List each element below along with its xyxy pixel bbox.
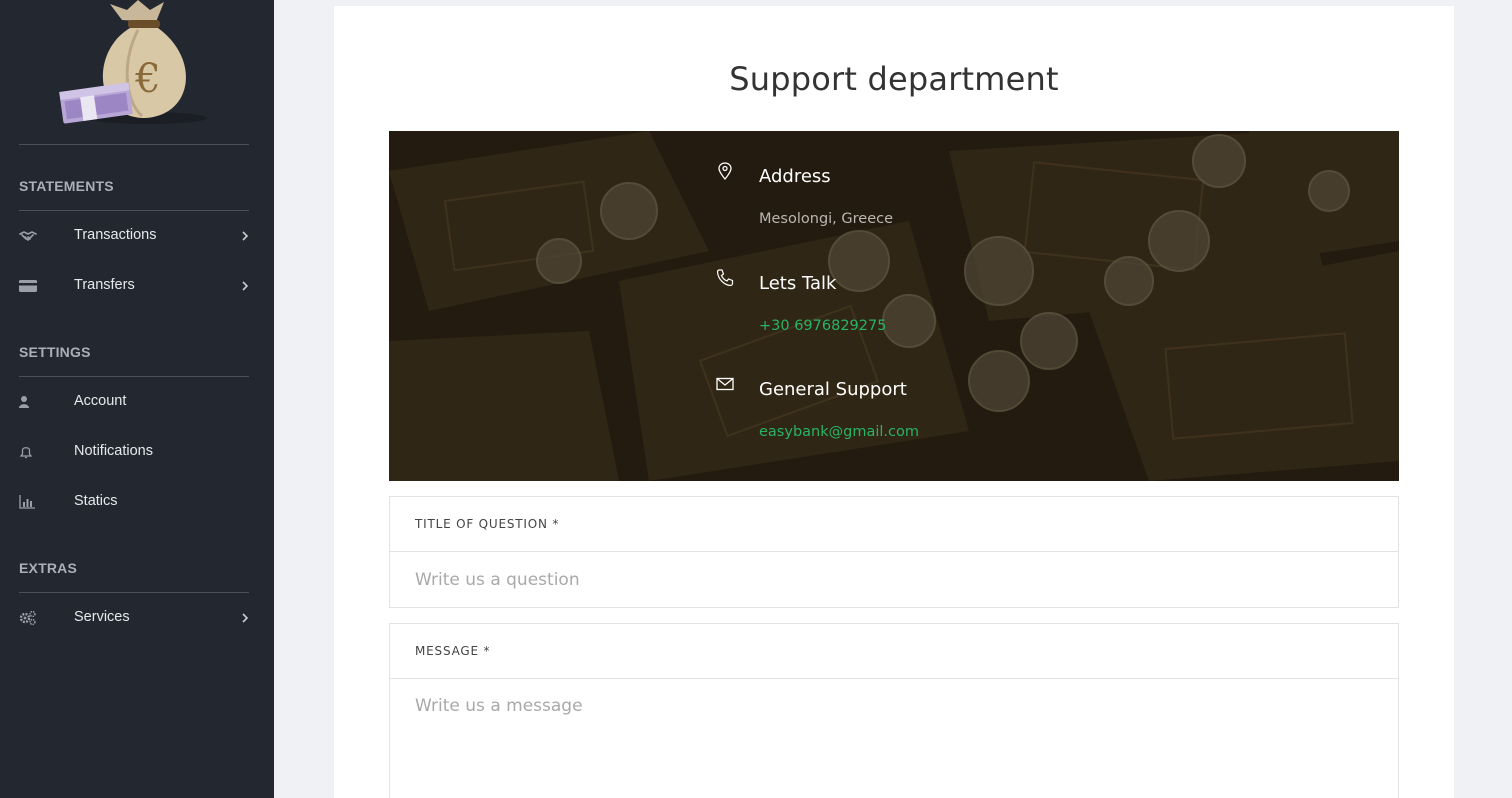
money-bag-logo: € bbox=[59, 0, 207, 124]
sidebar-divider bbox=[19, 210, 249, 211]
phone-title: Lets Talk bbox=[759, 273, 837, 294]
support-title: General Support bbox=[759, 379, 907, 400]
page-title: Support department bbox=[729, 60, 1059, 98]
sidebar: € STATEMENTS Transactions Transfers SETT… bbox=[0, 0, 274, 798]
bell-icon bbox=[19, 447, 33, 459]
handshake-icon bbox=[19, 231, 37, 241]
message-label: MESSAGE * bbox=[415, 644, 491, 658]
sidebar-item-label: Services bbox=[74, 609, 130, 625]
map-pin-icon bbox=[718, 162, 732, 180]
chevron-right-icon bbox=[242, 613, 249, 623]
sidebar-item-label: Transactions bbox=[74, 227, 157, 243]
chevron-right-icon bbox=[242, 281, 249, 291]
sidebar-item-statics[interactable]: Statics bbox=[0, 482, 274, 522]
sidebar-item-label: Statics bbox=[74, 493, 118, 509]
support-email[interactable]: easybank@gmail.com bbox=[759, 424, 919, 440]
question-label: TITLE OF QUESTION * bbox=[415, 517, 560, 531]
question-input[interactable] bbox=[415, 567, 1365, 593]
phone-value[interactable]: +30 6976829275 bbox=[759, 318, 886, 334]
user-icon bbox=[19, 396, 29, 408]
sidebar-item-label: Notifications bbox=[74, 443, 153, 459]
sidebar-divider bbox=[19, 144, 249, 145]
sidebar-item-label: Account bbox=[74, 393, 127, 409]
message-field: MESSAGE * bbox=[389, 623, 1399, 798]
field-divider bbox=[390, 551, 1398, 552]
svg-text:€: € bbox=[134, 56, 160, 102]
sidebar-divider bbox=[19, 376, 249, 377]
sidebar-item-transfers[interactable]: Transfers bbox=[0, 266, 274, 306]
section-title-statements: STATEMENTS bbox=[19, 178, 114, 194]
question-field: TITLE OF QUESTION * bbox=[389, 496, 1399, 608]
section-title-extras: EXTRAS bbox=[19, 560, 77, 576]
sidebar-item-label: Transfers bbox=[74, 277, 135, 293]
sidebar-divider bbox=[19, 592, 249, 593]
field-divider bbox=[390, 678, 1398, 679]
bar-chart-icon bbox=[19, 495, 35, 509]
support-card: Support department Address Mesolongi, Gr… bbox=[334, 6, 1454, 798]
address-value: Mesolongi, Greece bbox=[759, 211, 894, 227]
address-title: Address bbox=[759, 166, 831, 187]
gears-icon bbox=[19, 610, 36, 626]
section-title-settings: SETTINGS bbox=[19, 344, 91, 360]
sidebar-item-account[interactable]: Account bbox=[0, 382, 274, 422]
contact-banner: Address Mesolongi, Greece Lets Talk +30 … bbox=[389, 131, 1399, 481]
phone-icon bbox=[716, 269, 734, 287]
chevron-right-icon bbox=[242, 231, 249, 241]
sidebar-item-transactions[interactable]: Transactions bbox=[0, 216, 274, 256]
credit-card-icon bbox=[19, 280, 37, 292]
message-textarea[interactable] bbox=[415, 696, 1365, 796]
envelope-icon bbox=[716, 377, 734, 391]
sidebar-item-services[interactable]: Services bbox=[0, 598, 274, 638]
sidebar-item-notifications[interactable]: Notifications bbox=[0, 432, 274, 472]
